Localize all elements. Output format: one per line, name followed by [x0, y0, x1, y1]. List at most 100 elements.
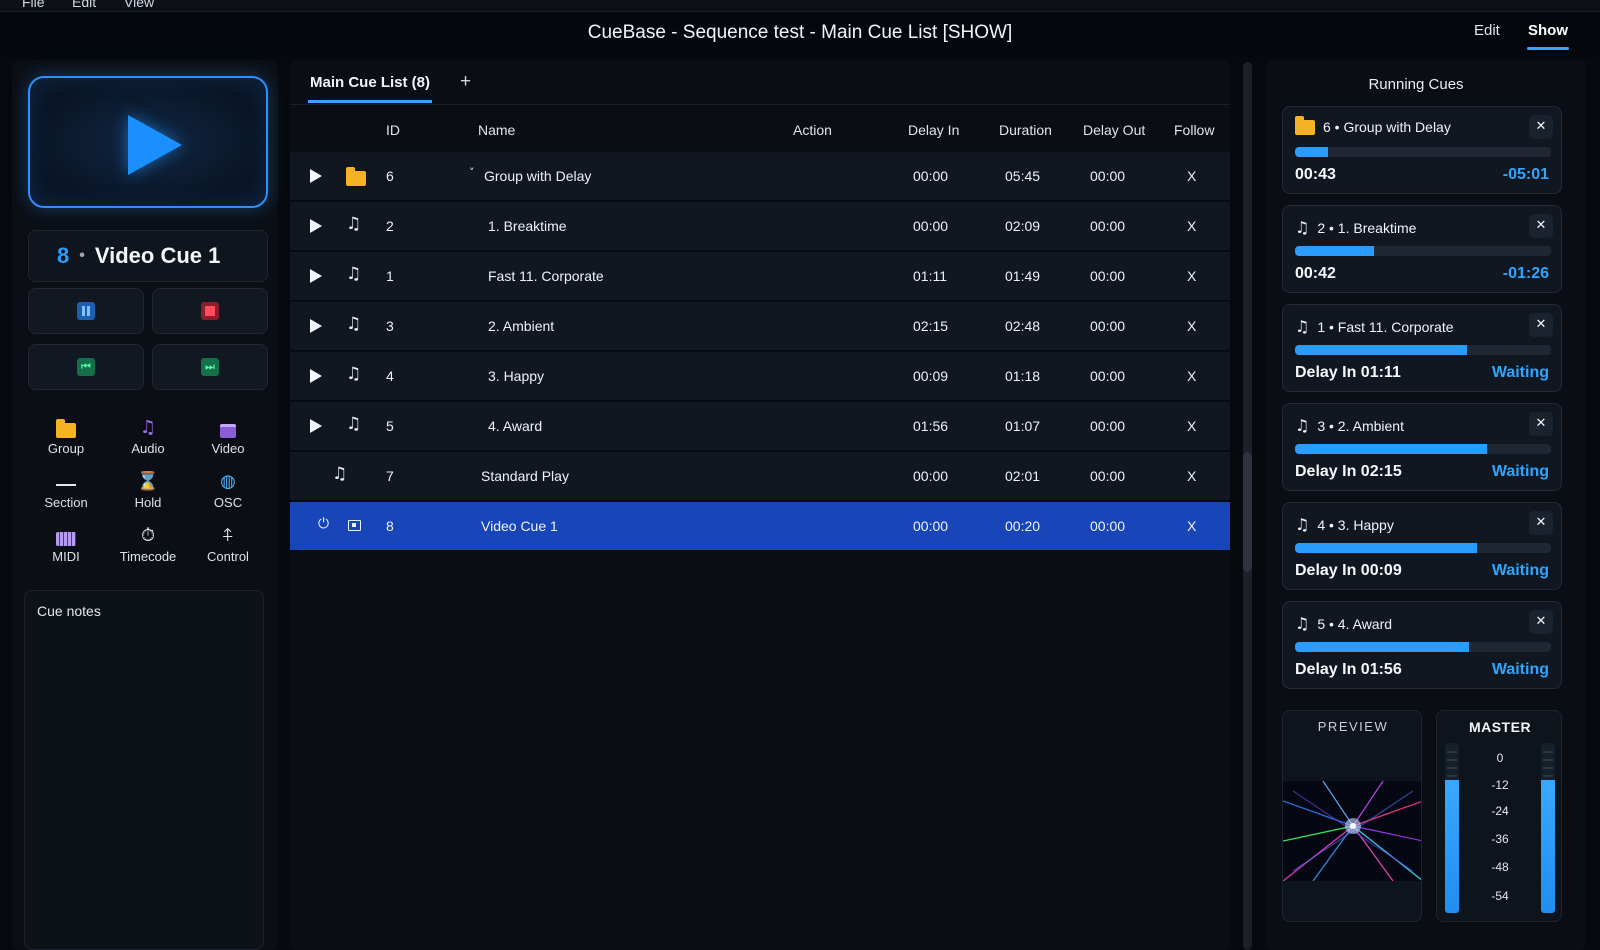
- power-icon[interactable]: ⏻: [318, 516, 329, 532]
- running-cue-card[interactable]: ♫ 1 • Fast 11. Corporate ✕ Delay In 01:11…: [1282, 304, 1562, 392]
- add-tab-button[interactable]: +: [460, 71, 471, 93]
- running-cue-title: 4 • 3. Happy: [1317, 516, 1394, 533]
- table-row[interactable]: ♫ 4 3. Happy 00:09 01:18 00:00 X: [290, 352, 1230, 401]
- col-follow[interactable]: Follow: [1174, 122, 1214, 138]
- cell-duration: 02:09: [1005, 218, 1041, 234]
- cell-delay-out: 00:00: [1090, 168, 1126, 184]
- row-play-icon[interactable]: [310, 419, 322, 433]
- running-cue-title: 1 • Fast 11. Corporate: [1317, 318, 1454, 335]
- scrollbar-thumb[interactable]: [1243, 452, 1252, 572]
- close-icon[interactable]: ✕: [1529, 313, 1553, 337]
- col-action[interactable]: Action: [793, 122, 832, 138]
- running-cue-card[interactable]: ♫ 4 • 3. Happy ✕ Delay In 00:09 Waiting: [1282, 502, 1562, 590]
- music-note-icon: ♫: [1295, 416, 1310, 435]
- music-note-icon: ♫: [332, 464, 348, 484]
- table-row[interactable]: ♫ 7 Standard Play 00:00 02:01 00:00 X: [290, 452, 1230, 501]
- add-group-tool[interactable]: Group: [28, 412, 104, 456]
- table-row[interactable]: ♫ 2 1. Breaktime 00:00 02:09 00:00 X: [290, 202, 1230, 251]
- cell-follow[interactable]: X: [1187, 468, 1196, 484]
- menu-file[interactable]: File: [22, 0, 45, 10]
- cell-follow[interactable]: X: [1187, 268, 1196, 284]
- cell-follow[interactable]: X: [1187, 418, 1196, 434]
- cue-list-panel: Main Cue List (8) + ID Name Action Delay…: [290, 60, 1230, 950]
- col-duration[interactable]: Duration: [999, 122, 1052, 138]
- progress-bar: [1295, 246, 1551, 256]
- menu-edit[interactable]: Edit: [72, 0, 96, 10]
- running-cue-status: Waiting: [1491, 562, 1549, 579]
- go-button[interactable]: [28, 76, 268, 208]
- col-delay-out[interactable]: Delay Out: [1083, 122, 1145, 138]
- close-icon[interactable]: ✕: [1529, 115, 1553, 139]
- pause-button[interactable]: [28, 288, 144, 334]
- cell-follow[interactable]: X: [1187, 518, 1196, 534]
- col-id[interactable]: ID: [386, 122, 400, 138]
- running-cue-card[interactable]: ♫ 3 • 2. Ambient ✕ Delay In 02:15 Waiting: [1282, 403, 1562, 491]
- music-note-icon: ♫: [346, 314, 362, 334]
- add-video-tool[interactable]: Video: [190, 412, 266, 456]
- close-icon[interactable]: ✕: [1529, 412, 1553, 436]
- running-cue-card[interactable]: ♫ 2 • 1. Breaktime ✕ 00:42 -01:26: [1282, 205, 1562, 293]
- table-row-selected[interactable]: ⏻ 8 Video Cue 1 00:00 00:20 00:00 X: [290, 502, 1230, 551]
- row-play-icon[interactable]: [310, 319, 322, 333]
- running-cue-title: 2 • 1. Breaktime: [1317, 219, 1417, 236]
- progress-bar: [1295, 147, 1551, 157]
- running-cue-delay: Delay In 01:11: [1295, 364, 1401, 381]
- add-osc-tool[interactable]: ◍ OSC: [190, 466, 266, 510]
- cell-delay-out: 00:00: [1090, 468, 1126, 484]
- section-line-icon: [56, 484, 76, 486]
- running-cue-title: 6 • Group with Delay: [1323, 119, 1451, 135]
- cell-id: 6: [386, 168, 394, 184]
- add-timecode-tool[interactable]: ⏱ Timecode: [110, 520, 186, 564]
- preview-title: PREVIEW: [1317, 719, 1389, 734]
- close-icon[interactable]: ✕: [1529, 511, 1553, 535]
- tab-divider: [290, 104, 1230, 105]
- running-cue-remaining: -01:26: [1502, 265, 1549, 282]
- col-name[interactable]: Name: [478, 122, 515, 138]
- table-row[interactable]: ♫ 3 2. Ambient 02:15 02:48 00:00 X: [290, 302, 1230, 351]
- table-row[interactable]: ♫ 5 4. Award 01:56 01:07 00:00 X: [290, 402, 1230, 451]
- add-hold-tool[interactable]: ⌛ Hold: [110, 466, 186, 510]
- col-delay-in[interactable]: Delay In: [908, 122, 959, 138]
- mode-show-tab[interactable]: Show: [1528, 22, 1568, 39]
- stop-button[interactable]: [152, 288, 268, 334]
- cue-list-scrollbar[interactable]: [1243, 62, 1252, 950]
- cell-follow[interactable]: X: [1187, 168, 1196, 184]
- tool-label: OSC: [213, 495, 243, 510]
- row-play-icon[interactable]: [310, 219, 322, 233]
- add-audio-tool[interactable]: ♫ Audio: [110, 412, 186, 456]
- close-icon[interactable]: ✕: [1529, 610, 1553, 634]
- running-cue-card[interactable]: ♫ 5 • 4. Award ✕ Delay In 01:56 Waiting: [1282, 601, 1562, 689]
- chevron-down-icon[interactable]: ˅: [469, 166, 475, 179]
- cell-follow[interactable]: X: [1187, 218, 1196, 234]
- meter-segment: [1447, 775, 1457, 777]
- table-row[interactable]: ♫ 1 Fast 11. Corporate 01:11 01:49 00:00…: [290, 252, 1230, 301]
- cell-id: 4: [386, 368, 394, 384]
- video-preview-panel: PREVIEW: [1282, 710, 1422, 922]
- previous-button[interactable]: ⏮: [28, 344, 144, 390]
- cell-follow[interactable]: X: [1187, 318, 1196, 334]
- add-section-tool[interactable]: Section: [28, 466, 104, 510]
- row-play-icon[interactable]: [310, 169, 322, 183]
- cell-delay-out: 00:00: [1090, 368, 1126, 384]
- music-note-icon: ♫: [139, 417, 157, 438]
- row-play-icon[interactable]: [310, 269, 322, 283]
- table-header: ID Name Action Delay In Duration Delay O…: [290, 118, 1230, 148]
- row-play-icon[interactable]: [310, 369, 322, 383]
- cue-notes-panel[interactable]: Cue notes: [24, 590, 264, 950]
- tool-label: Group: [47, 441, 85, 456]
- music-note-icon: ♫: [346, 364, 362, 384]
- transport-panel: 8 • Video Cue 1 ⏮ ⏭ Group ♫ Audio Video …: [12, 60, 278, 950]
- progress-bar: [1295, 642, 1551, 652]
- add-midi-tool[interactable]: MIDI: [28, 520, 104, 564]
- cell-follow[interactable]: X: [1187, 368, 1196, 384]
- close-icon[interactable]: ✕: [1529, 214, 1553, 238]
- current-cue-separator: •: [79, 247, 85, 264]
- mode-edit-tab[interactable]: Edit: [1474, 22, 1500, 39]
- running-cue-card[interactable]: 6 • Group with Delay ✕ 00:43 -05:01: [1282, 106, 1562, 194]
- table-row[interactable]: 6 ˅ Group with Delay 00:00 05:45 00:00 X: [290, 152, 1230, 201]
- menu-view[interactable]: View: [124, 0, 154, 10]
- next-button[interactable]: ⏭: [152, 344, 268, 390]
- add-control-tool[interactable]: ⍏ Control: [190, 520, 266, 564]
- tab-main-cue-list[interactable]: Main Cue List (8): [310, 74, 430, 91]
- cell-delay-out: 00:00: [1090, 268, 1126, 284]
